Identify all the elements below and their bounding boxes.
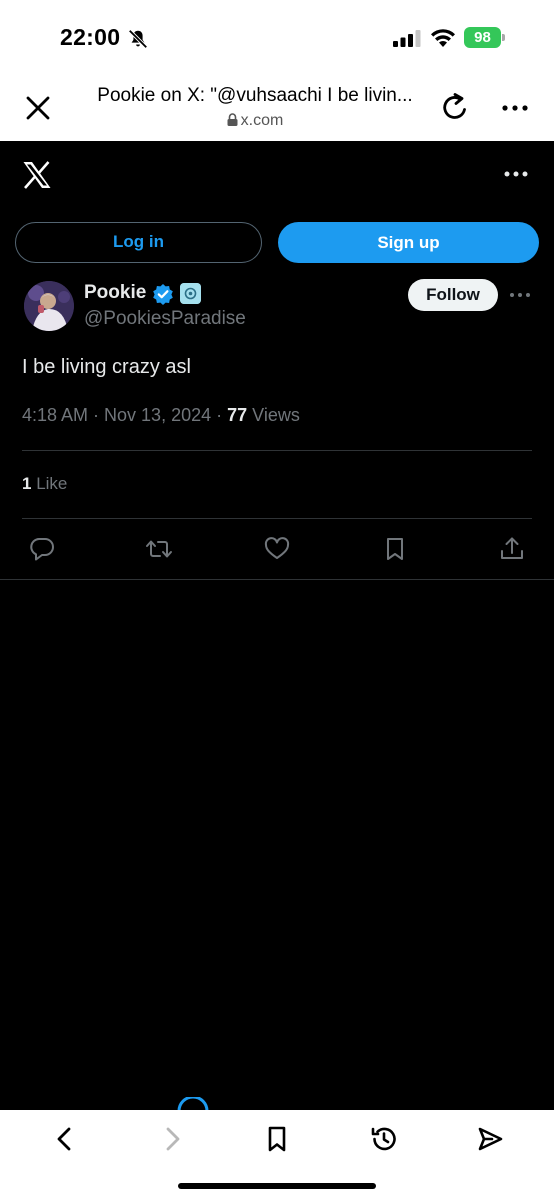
url-display[interactable]: x.com <box>70 112 440 130</box>
share-icon[interactable] <box>498 535 526 563</box>
divider <box>22 450 532 451</box>
verified-badge-icon <box>153 284 173 305</box>
bookmark-icon[interactable] <box>262 1124 292 1154</box>
tweet-meta: 4:18 AM · Nov 13, 2024 · 77 Views <box>22 405 300 426</box>
forward-icon[interactable] <box>157 1124 187 1154</box>
tweet-text: I be living crazy asl <box>22 356 191 378</box>
like-icon[interactable] <box>263 535 291 563</box>
back-icon[interactable] <box>50 1124 80 1154</box>
send-icon[interactable] <box>475 1124 505 1154</box>
battery-level: 98 <box>474 29 491 46</box>
avatar-image <box>24 281 74 331</box>
battery-cap <box>502 34 505 41</box>
close-icon[interactable] <box>22 92 54 124</box>
follow-button[interactable]: Follow <box>408 279 498 311</box>
bell-off-icon <box>128 29 148 49</box>
bookmark-icon[interactable] <box>381 535 409 563</box>
loading-spinner-icon <box>177 1097 209 1111</box>
user-handle[interactable]: @PookiesParadise <box>84 308 246 330</box>
likes-summary[interactable]: 1 Like <box>22 474 67 494</box>
signal-icon <box>393 30 421 47</box>
battery-icon: 98 <box>464 27 506 48</box>
display-name[interactable]: Pookie <box>84 282 146 304</box>
browser-top-bar: 22:00 98 Pookie on X: "@vuhsaachi I be l… <box>0 0 554 141</box>
retweet-icon[interactable] <box>145 535 173 563</box>
page-title: Pookie on X: "@vuhsaachi I be livin... <box>97 85 413 106</box>
url-text: x.com <box>240 112 284 129</box>
more-icon[interactable] <box>498 98 532 118</box>
home-indicator <box>178 1183 376 1189</box>
reply-icon[interactable] <box>28 535 56 563</box>
avatar[interactable] <box>24 281 74 331</box>
status-time: 22:00 <box>60 24 121 50</box>
wifi-icon <box>431 29 455 47</box>
browser-bottom-bar <box>0 1110 554 1200</box>
x-logo-icon[interactable] <box>22 160 52 190</box>
login-button[interactable]: Log in <box>15 222 262 263</box>
signup-button[interactable]: Sign up <box>278 222 539 263</box>
reload-icon[interactable] <box>438 90 472 124</box>
affiliate-badge-icon <box>180 283 201 304</box>
likes-label: Like <box>31 474 68 493</box>
views-label: Views <box>247 405 300 425</box>
tweet-timestamp[interactable]: 4:18 AM · Nov 13, 2024 · <box>22 405 227 425</box>
divider <box>22 518 532 519</box>
tweet-more-icon[interactable] <box>508 288 532 302</box>
divider <box>0 579 554 580</box>
history-icon[interactable] <box>369 1124 399 1154</box>
lock-icon <box>227 113 238 126</box>
x-more-icon[interactable] <box>502 166 530 182</box>
views-count: 77 <box>227 405 248 425</box>
